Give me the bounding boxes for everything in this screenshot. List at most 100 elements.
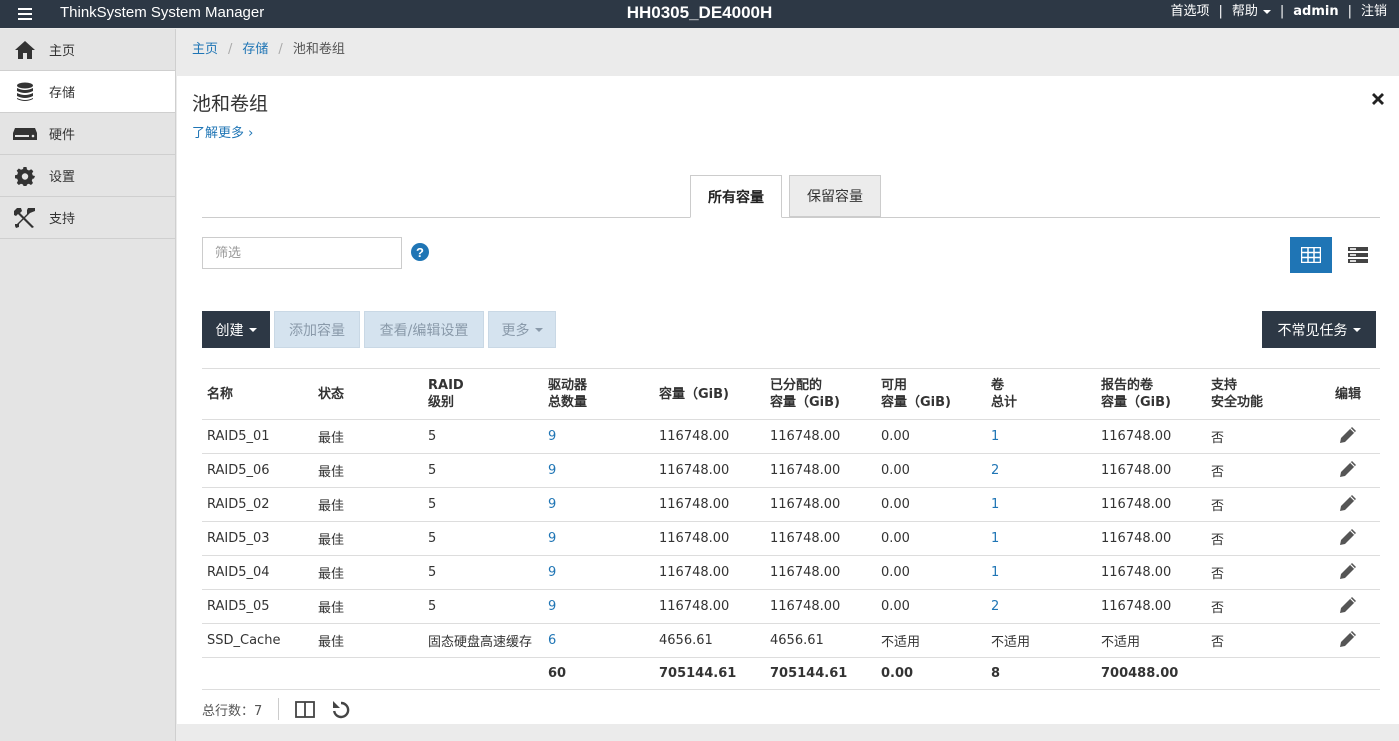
- cell-drives[interactable]: 9: [543, 487, 654, 522]
- column-header-security[interactable]: 支持 安全功能: [1206, 368, 1316, 420]
- main-content: 主页 / 存储 / 池和卷组 池和卷组 了解更多 › 所有容量 保留容量 ? 创建 添加…: [177, 29, 1399, 741]
- cell-edit: [1316, 487, 1380, 522]
- row-count: 总行数：7: [202, 703, 263, 719]
- hamburger-menu-icon[interactable]: [0, 0, 50, 28]
- edit-pencil-icon[interactable]: [1339, 494, 1357, 516]
- total-empty-cell: [1206, 657, 1316, 690]
- tile-view-button[interactable]: [1337, 237, 1379, 273]
- create-button[interactable]: 创建: [202, 311, 270, 348]
- cell-free: 0.00: [876, 589, 986, 624]
- sidebar-item-storage[interactable]: 存储: [0, 71, 175, 113]
- table-row[interactable]: RAID5_06 最佳 5 9 116748.00 116748.00 0.00 2 11674…: [202, 453, 1380, 488]
- top-right-links: 首选项 | 帮助 | admin | 注销: [1170, 0, 1387, 24]
- cell-drives[interactable]: 9: [543, 453, 654, 488]
- sidebar-item-home[interactable]: 主页: [0, 29, 175, 71]
- cell-reported: 116748.00: [1096, 589, 1206, 624]
- table-row[interactable]: RAID5_02 最佳 5 9 116748.00 116748.00 0.00 1 11674…: [202, 487, 1380, 522]
- edit-pencil-icon[interactable]: [1339, 528, 1357, 550]
- column-header-capacity[interactable]: 容量（GiB): [654, 368, 765, 420]
- header-line: 支持: [1211, 378, 1238, 393]
- table-view-button[interactable]: [1290, 237, 1332, 273]
- cell-drives[interactable]: 6: [543, 623, 654, 658]
- sidebar-item-label: 存储: [49, 86, 76, 101]
- breadcrumb-home[interactable]: 主页: [192, 42, 218, 57]
- filter-input[interactable]: [202, 237, 402, 269]
- sidebar-item-label: 硬件: [49, 128, 76, 143]
- table-row[interactable]: RAID5_03 最佳 5 9 116748.00 116748.00 0.00 1 11674…: [202, 521, 1380, 556]
- cell-allocated: 116748.00: [765, 555, 876, 590]
- table-header-row: 名称 状态 RAID 级别 驱动器 总数量 容量（GiB) 已分配的 容量（GiB) …: [202, 368, 1380, 420]
- cell-volumes[interactable]: 1: [986, 555, 1096, 590]
- cell-allocated: 4656.61: [765, 623, 876, 658]
- tab-reserved-capacity[interactable]: 保留容量: [789, 175, 881, 217]
- column-header-allocated[interactable]: 已分配的 容量（GiB): [765, 368, 876, 420]
- column-header-free[interactable]: 可用 容量（GiB): [876, 368, 986, 420]
- cell-volumes[interactable]: 1: [986, 487, 1096, 522]
- edit-pencil-icon[interactable]: [1339, 426, 1357, 448]
- header-line: 容量（GiB): [770, 395, 840, 410]
- edit-pencil-icon[interactable]: [1339, 460, 1357, 482]
- table-row[interactable]: RAID5_04 最佳 5 9 116748.00 116748.00 0.00 1 11674…: [202, 555, 1380, 590]
- header-line: 卷: [991, 378, 1005, 393]
- column-header-drives[interactable]: 驱动器 总数量: [543, 368, 654, 420]
- header-line: 可用: [881, 378, 908, 393]
- header-line: 总数量: [548, 395, 588, 410]
- sidebar-item-support[interactable]: 支持: [0, 197, 175, 239]
- sidebar-item-hardware[interactable]: 硬件: [0, 113, 175, 155]
- view-edit-settings-button[interactable]: 查看/编辑设置: [364, 311, 484, 348]
- edit-pencil-icon[interactable]: [1339, 630, 1357, 652]
- tools-icon: [0, 207, 49, 229]
- cell-status: 最佳: [313, 487, 423, 522]
- user-menu[interactable]: admin: [1293, 0, 1338, 24]
- cell-raid: 固态硬盘高速缓存: [423, 623, 543, 658]
- edit-pencil-icon[interactable]: [1339, 596, 1357, 618]
- page-title: 池和卷组: [192, 93, 269, 115]
- cell-drives[interactable]: 9: [543, 555, 654, 590]
- cell-drives[interactable]: 9: [543, 521, 654, 556]
- cell-reported: 116748.00: [1096, 555, 1206, 590]
- header-line: 驱动器: [548, 378, 588, 393]
- column-header-raid[interactable]: RAID 级别: [423, 368, 543, 420]
- uncommon-tasks-button[interactable]: 不常见任务: [1262, 311, 1376, 348]
- total-reported: 700488.00: [1096, 657, 1206, 690]
- cell-volumes[interactable]: 2: [986, 453, 1096, 488]
- cell-reported: 116748.00: [1096, 521, 1206, 556]
- cell-volumes[interactable]: 2: [986, 589, 1096, 624]
- header-line: 级别: [428, 395, 455, 410]
- cell-secure: 否: [1206, 555, 1316, 590]
- add-capacity-button[interactable]: 添加容量: [274, 311, 360, 348]
- cell-drives[interactable]: 9: [543, 419, 654, 454]
- table-row[interactable]: RAID5_05 最佳 5 9 116748.00 116748.00 0.00 2 11674…: [202, 589, 1380, 624]
- column-header-volumes[interactable]: 卷总计: [986, 368, 1096, 420]
- sidebar-item-settings[interactable]: 设置: [0, 155, 175, 197]
- column-header-status[interactable]: 状态: [313, 368, 423, 420]
- cell-volumes[interactable]: 1: [986, 521, 1096, 556]
- table-row[interactable]: SSD_Cache 最佳 固态硬盘高速缓存 6 4656.61 4656.61 不适用 不适用…: [202, 623, 1380, 658]
- preferences-link[interactable]: 首选项: [1170, 0, 1209, 24]
- column-header-name[interactable]: 名称: [202, 368, 313, 420]
- table-row[interactable]: RAID5_01 最佳 5 9 116748.00 116748.00 0.00 1 11674…: [202, 419, 1380, 454]
- cell-drives[interactable]: 9: [543, 589, 654, 624]
- learn-more-link[interactable]: 了解更多 ›: [192, 122, 253, 141]
- cell-capacity: 116748.00: [654, 453, 765, 488]
- column-header-reported[interactable]: 报告的卷 容量（GiB): [1096, 368, 1206, 420]
- chevron-down-icon: [1262, 9, 1271, 14]
- cell-raid: 5: [423, 555, 543, 590]
- more-button[interactable]: 更多: [488, 311, 556, 348]
- help-menu[interactable]: 帮助: [1232, 0, 1271, 24]
- help-icon[interactable]: ?: [411, 243, 429, 261]
- header-line: RAID: [428, 378, 464, 393]
- breadcrumb-storage[interactable]: 存储: [242, 42, 268, 57]
- logout-link[interactable]: 注销: [1361, 0, 1387, 24]
- cell-volumes[interactable]: 1: [986, 419, 1096, 454]
- cell-name: RAID5_02: [202, 487, 313, 522]
- edit-pencil-icon[interactable]: [1339, 562, 1357, 584]
- tab-all-capacity[interactable]: 所有容量: [690, 175, 782, 218]
- refresh-icon[interactable]: [331, 700, 351, 719]
- columns-icon[interactable]: [295, 700, 316, 718]
- cell-capacity: 116748.00: [654, 589, 765, 624]
- cell-raid: 5: [423, 487, 543, 522]
- cell-capacity: 116748.00: [654, 555, 765, 590]
- close-icon[interactable]: [1370, 91, 1386, 107]
- cell-allocated: 116748.00: [765, 419, 876, 454]
